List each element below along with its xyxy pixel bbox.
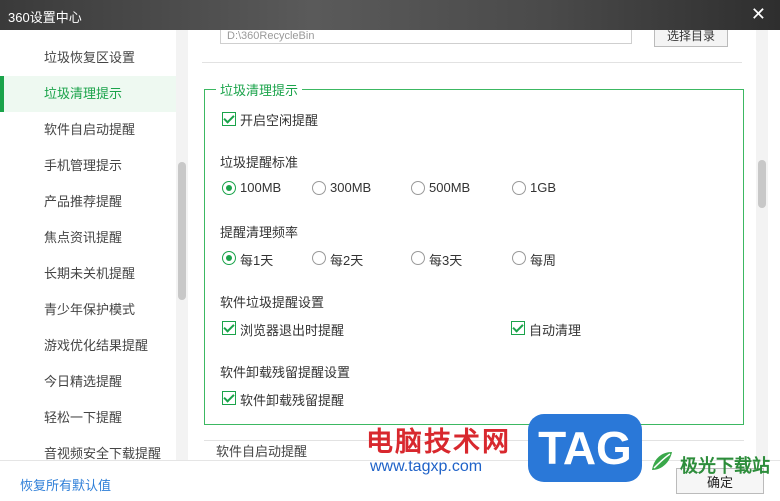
sidebar-item-long-uptime[interactable]: 长期未关机提醒 <box>0 256 176 292</box>
sidebar-item-relax[interactable]: 轻松一下提醒 <box>0 400 176 436</box>
threshold-heading: 垃圾提醒标准 <box>220 155 299 170</box>
threshold-radio-1gb[interactable] <box>512 181 526 195</box>
sidebar: 垃圾恢复区设置 垃圾清理提示 软件自启动提醒 手机管理提示 产品推荐提醒 焦点资… <box>0 30 188 460</box>
enable-idle-checkbox[interactable] <box>222 112 236 126</box>
frequency-label-1day: 每1天 <box>240 253 274 268</box>
enable-idle-label: 开启空闲提醒 <box>240 113 319 128</box>
watermark-site-name: 电脑技术网 <box>366 427 511 457</box>
frequency-label-3day: 每3天 <box>429 253 463 268</box>
frequency-radio-3day[interactable] <box>411 251 425 265</box>
sidebar-scroll-thumb[interactable] <box>178 162 186 300</box>
threshold-label-1gb: 1GB <box>530 180 557 195</box>
frequency-label-weekly: 每周 <box>530 253 557 268</box>
frequency-radio-weekly[interactable] <box>512 251 526 265</box>
close-icon[interactable]: ✕ <box>751 4 766 24</box>
sidebar-item-focus-news[interactable]: 焦点资讯提醒 <box>0 220 176 256</box>
watermark-tag-logo: TAG <box>528 414 642 482</box>
choose-directory-button[interactable]: 选择目录 <box>654 30 728 47</box>
next-section-title: 软件自启动提醒 <box>216 444 308 459</box>
browser-exit-checkbox[interactable] <box>222 321 236 335</box>
content-scroll-thumb[interactable] <box>758 160 766 208</box>
restore-defaults-link[interactable]: 恢复所有默认值 <box>20 475 111 494</box>
sidebar-item-daily-picks[interactable]: 今日精选提醒 <box>0 364 176 400</box>
threshold-radio-100mb[interactable] <box>222 181 236 195</box>
browser-exit-label: 浏览器退出时提醒 <box>240 323 345 338</box>
watermark-url: www.tagxp.com <box>370 458 483 475</box>
frequency-radio-2day[interactable] <box>312 251 326 265</box>
sidebar-item-phone-manage[interactable]: 手机管理提示 <box>0 148 176 184</box>
auto-clean-checkbox[interactable] <box>511 321 525 335</box>
frequency-label-2day: 每2天 <box>330 253 364 268</box>
threshold-radio-500mb[interactable] <box>411 181 425 195</box>
threshold-label-500mb: 500MB <box>429 180 471 195</box>
recycle-path-field[interactable]: D:\360RecycleBin <box>220 30 632 44</box>
threshold-label-100mb: 100MB <box>240 180 282 195</box>
window-title: 360设置中心 <box>8 10 82 25</box>
content-scrollbar[interactable] <box>756 30 768 460</box>
sidebar-item-product-recommend[interactable]: 产品推荐提醒 <box>0 184 176 220</box>
sidebar-item-recycle-settings[interactable]: 垃圾恢复区设置 <box>0 40 176 76</box>
watermark-brand: 极光下载站 <box>680 456 770 476</box>
sidebar-item-game-optimize[interactable]: 游戏优化结果提醒 <box>0 328 176 364</box>
title-bar: 360设置中心 ✕ <box>0 0 780 30</box>
leaf-logo-icon <box>652 452 672 470</box>
frequency-radio-1day[interactable] <box>222 251 236 265</box>
software-junk-heading: 软件垃圾提醒设置 <box>220 295 325 310</box>
uninstall-heading: 软件卸载残留提醒设置 <box>220 365 351 380</box>
sidebar-item-autostart-reminder[interactable]: 软件自启动提醒 <box>0 112 176 148</box>
sidebar-item-av-download[interactable]: 音视频安全下载提醒 <box>0 436 176 460</box>
threshold-radio-300mb[interactable] <box>312 181 326 195</box>
uninstall-residual-checkbox[interactable] <box>222 391 236 405</box>
auto-clean-label: 自动清理 <box>529 323 582 338</box>
frequency-heading: 提醒清理频率 <box>220 225 299 240</box>
group-title: 垃圾清理提示 <box>216 80 303 99</box>
uninstall-residual-label: 软件卸载残留提醒 <box>240 393 345 408</box>
settings-content: D:\360RecycleBin 选择目录 垃圾清理提示 开启空闲提醒 垃圾提醒… <box>188 30 756 460</box>
divider <box>202 62 742 63</box>
sidebar-item-junk-clean-tip[interactable]: 垃圾清理提示 <box>0 76 176 112</box>
sidebar-item-youth-mode[interactable]: 青少年保护模式 <box>0 292 176 328</box>
threshold-label-300mb: 300MB <box>330 180 372 195</box>
